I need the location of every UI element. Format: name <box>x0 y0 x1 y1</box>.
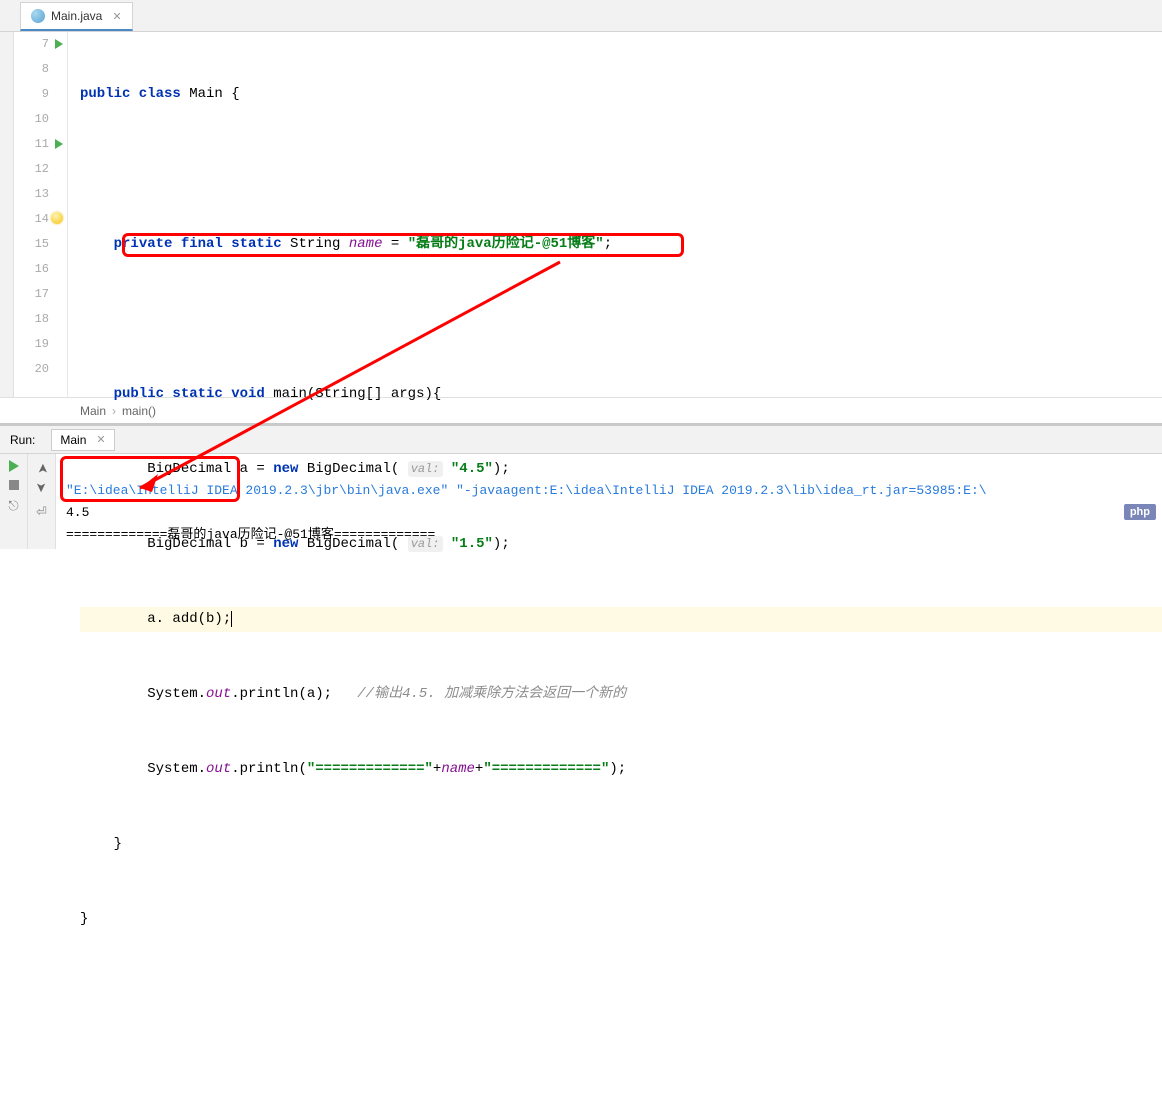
wrap-icon[interactable]: ⏎ <box>36 504 47 520</box>
line-19: 19 <box>14 332 49 357</box>
run-toolbar-left: ⎋ <box>0 454 28 549</box>
run-marker-icon[interactable] <box>55 139 63 149</box>
console-cmd: "E:\idea\IntelliJ IDEA 2019.2.3\jbr\bin\… <box>66 483 987 498</box>
line-18: 18 <box>14 307 49 332</box>
line-8: 8 <box>14 57 49 82</box>
line-13: 13 <box>14 182 49 207</box>
close-icon[interactable]: ✕ <box>112 10 121 23</box>
line-14: 14 <box>14 207 49 232</box>
line-16: 16 <box>14 257 49 282</box>
run-marker-icon[interactable] <box>55 39 63 49</box>
line-12: 12 <box>14 157 49 182</box>
intention-bulb-icon[interactable] <box>51 212 63 224</box>
line-20: 20 <box>14 357 49 382</box>
arrow-down-icon[interactable]: ➤ <box>35 482 49 496</box>
file-tab-label: Main.java <box>51 9 102 23</box>
exit-icon[interactable]: ⎋ <box>8 498 18 514</box>
line-gutter: 7 8 9 10 11 12 13 14 15 16 17 18 19 20 <box>14 32 68 397</box>
stop-icon[interactable] <box>9 480 19 490</box>
java-file-icon <box>31 9 45 23</box>
tab-bar: Main.java ✕ <box>0 0 1162 32</box>
line-9: 9 <box>14 82 49 107</box>
file-tab-main[interactable]: Main.java ✕ <box>20 2 133 31</box>
rerun-icon[interactable] <box>9 460 19 472</box>
line-11: 11 <box>14 132 49 157</box>
console-out-2: =============磊哥的java历险记-@51博客===========… <box>66 527 435 542</box>
line-17: 17 <box>14 282 49 307</box>
line-7: 7 <box>14 32 49 57</box>
run-label: Run: <box>10 433 35 447</box>
console-out-1: 4.5 <box>66 505 89 520</box>
editor: 7 8 9 10 11 12 13 14 15 16 17 18 19 20 p… <box>0 32 1162 397</box>
line-15: 15 <box>14 232 49 257</box>
console-output[interactable]: "E:\idea\IntelliJ IDEA 2019.2.3\jbr\bin\… <box>56 454 1162 549</box>
code-area[interactable]: public class Main { private final static… <box>68 32 1162 397</box>
left-gutter <box>0 32 14 397</box>
line-10: 10 <box>14 107 49 132</box>
php-badge: php <box>1124 504 1156 520</box>
run-toolbar-nav: ➤ ➤ ⏎ <box>28 454 56 549</box>
arrow-up-icon[interactable]: ➤ <box>35 460 49 474</box>
